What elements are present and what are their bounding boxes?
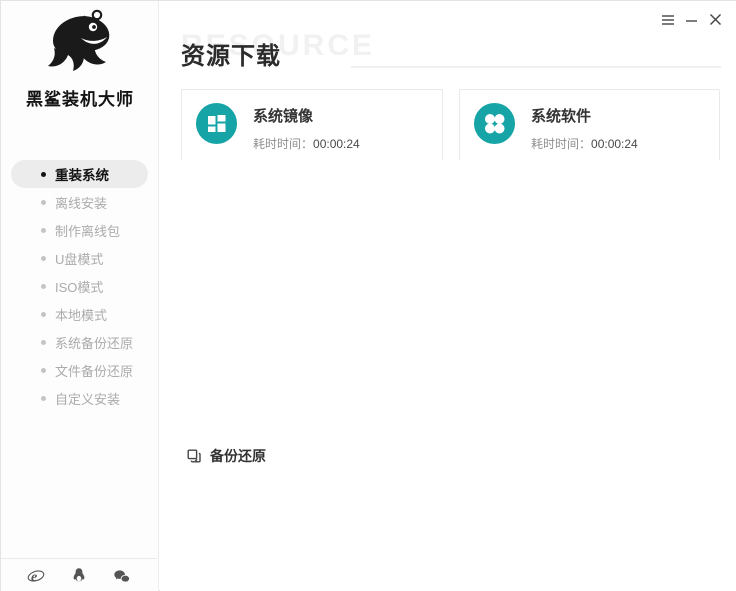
app-name: 黑鲨装机大师 bbox=[1, 85, 159, 110]
page-title: 资源下载 bbox=[181, 36, 281, 71]
page-header: RESOURCE 资源下载 bbox=[181, 31, 721, 71]
minimize-icon[interactable] bbox=[684, 12, 699, 27]
sidebar-item-file-backup-restore[interactable]: 文件备份还原 bbox=[1, 356, 158, 384]
bullet-dot bbox=[41, 368, 46, 373]
sidebar-item-offline-install[interactable]: 离线安装 bbox=[1, 188, 158, 216]
app-logo: 黑鲨装机大师 bbox=[1, 5, 159, 110]
system-image-icon bbox=[196, 103, 237, 144]
menu-icon[interactable] bbox=[660, 12, 675, 27]
sidebar-item-backup-restore[interactable]: 备份还原 bbox=[160, 160, 736, 591]
sidebar-item-system-backup-restore[interactable]: 系统备份还原 bbox=[1, 328, 158, 356]
bullet-dot bbox=[41, 312, 46, 317]
sidebar-nav: 装机首页 一键装机 重装系统 离线安装 制作离线包 bbox=[1, 160, 158, 412]
qq-icon[interactable] bbox=[70, 567, 88, 585]
internet-explorer-icon[interactable]: e bbox=[27, 567, 45, 585]
sidebar-item-label: 本地模式 bbox=[55, 305, 107, 324]
close-icon[interactable] bbox=[708, 12, 723, 27]
bullet-dot bbox=[41, 284, 46, 289]
sidebar-item-label: 制作离线包 bbox=[55, 221, 120, 240]
bullet-dot bbox=[41, 172, 46, 177]
window-controls bbox=[660, 12, 723, 27]
sidebar-item-local-mode[interactable]: 本地模式 bbox=[1, 300, 158, 328]
bullet-dot bbox=[41, 340, 46, 345]
system-software-icon bbox=[474, 103, 515, 144]
sidebar-item-label: 系统备份还原 bbox=[55, 333, 133, 352]
sidebar-item-label: 备份还原 bbox=[210, 446, 266, 466]
elapsed-time: 耗时时间：00:00:24 bbox=[253, 135, 360, 152]
elapsed-time: 耗时时间：00:00:24 bbox=[531, 135, 638, 152]
sidebar-item-iso-mode[interactable]: ISO模式 bbox=[1, 272, 158, 300]
card-title: 系统镜像 bbox=[253, 105, 360, 126]
app-window: 黑鲨装机大师 装机首页 一键装机 重装系统 离线安装 bbox=[0, 0, 736, 591]
bullet-dot bbox=[41, 200, 46, 205]
sidebar: 黑鲨装机大师 装机首页 一键装机 重装系统 离线安装 bbox=[1, 1, 159, 591]
sidebar-item-reinstall-system[interactable]: 重装系统 bbox=[11, 160, 148, 188]
bullet-dot bbox=[41, 256, 46, 261]
sidebar-item-label: 离线安装 bbox=[55, 193, 107, 212]
sidebar-item-custom-install[interactable]: 自定义安装 bbox=[1, 384, 158, 412]
sidebar-item-label: 自定义安装 bbox=[55, 389, 120, 408]
sidebar-item-label: 文件备份还原 bbox=[55, 361, 133, 380]
bullet-dot bbox=[41, 396, 46, 401]
sidebar-item-label: 重装系统 bbox=[55, 164, 109, 184]
sidebar-item-label: ISO模式 bbox=[55, 277, 103, 296]
backup-restore-icon bbox=[186, 448, 202, 464]
card-title: 系统软件 bbox=[531, 105, 638, 126]
sidebar-item-label: U盘模式 bbox=[55, 249, 103, 268]
shark-logo-icon bbox=[37, 5, 123, 87]
bullet-dot bbox=[41, 228, 46, 233]
sidebar-item-usb-mode[interactable]: U盘模式 bbox=[1, 244, 158, 272]
title-underline bbox=[351, 66, 721, 68]
sidebar-footer: e bbox=[1, 558, 157, 591]
wechat-icon[interactable] bbox=[113, 567, 131, 585]
sidebar-item-offline-package[interactable]: 制作离线包 bbox=[1, 216, 158, 244]
